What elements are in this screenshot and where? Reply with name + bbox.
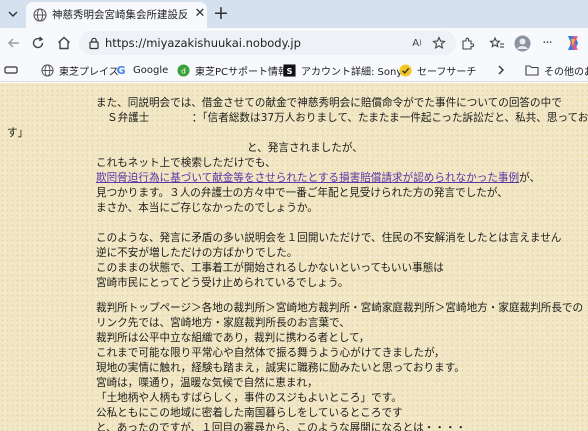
profile-avatar[interactable] [513,34,531,52]
bookmark-google[interactable]: G Google [114,62,168,78]
text-line: リンク先では、宮崎地方・家庭裁判所長のお言葉で、 [96,317,350,329]
home-icon [58,36,70,50]
browser-toolbar: https://miyazakishuukai.nobody.jp A) ··· [0,28,588,58]
svg-text:d: d [181,66,186,75]
text-line: 裁判所トップページ＞各地の裁判所＞宮崎地方裁判所・宮崎家庭裁判所＞宮崎地方・家庭… [96,302,584,314]
chevron-right-icon [498,65,504,75]
extensions-icon[interactable] [458,34,476,52]
favorite-star-icon[interactable] [431,35,447,51]
globe-icon [40,63,54,77]
new-tab-button[interactable]: + [210,3,232,25]
bookmark-safe-search[interactable]: セーフサーチ [398,62,476,78]
text-line: これまで可能な限り平常心や自然体で振る舞うよう心がけてきましたが， [96,347,445,359]
bookmark-label: 東芝プレイス [59,66,119,78]
text-line: 裁判所は公平中立な組織であり，裁判に携わる者として， [96,332,370,344]
bookmark-other-favorites[interactable]: その他のお [525,62,588,78]
text-line: Ｓ弁護士 ：「信者総数は37万人おりまして、たまたま一件起こった訴訟だと、私共、… [107,112,588,124]
dyna-icon: d [176,63,190,77]
text-line-suffix: が、 [519,172,541,184]
url-text[interactable]: https://miyazakishuukai.nobody.jp [105,36,301,50]
tab-strip: 神慈秀明会宮崎集会所建設反対 ✕ + [0,0,588,28]
text-line: と、発言されましたが、 [247,142,363,154]
text-line: と、あったのですが、１回目の審尋から、このような展開になるとは・・・・ [96,422,467,431]
text-line: まさか、本当にご存じなかったのでしょうか。 [96,202,318,214]
tab-actions-menu[interactable] [3,4,23,24]
address-bar[interactable]: https://miyazakishuukai.nobody.jp A) [79,31,456,55]
bookmark-label: セーフサーチ [417,66,477,78]
more-options-icon[interactable]: ··· [538,34,556,52]
bookmark-toshiba-pc-support[interactable]: d 東芝PCサポート情報 [176,62,288,78]
text-line: これもネット上で検索しただけでも、 [96,157,276,169]
globe-icon [33,8,47,22]
read-aloud-icon[interactable]: A) [409,35,425,51]
text-line: 現地の実情に触れ，経験も踏まえ，誠実に職務に励みたいと思っております。 [96,362,465,374]
home-button[interactable] [54,33,74,53]
lock-icon[interactable] [87,36,101,50]
reload-button[interactable] [28,33,48,53]
court-case-link[interactable]: 欺罔脅迫行為に基づいて献金等をさせられたとする損害賠償請求が認められなかった事例 [96,172,519,184]
text-line: す」 [7,127,29,139]
browser-tab[interactable]: 神慈秀明会宮崎集会所建設反対 ✕ [26,2,207,28]
favorites-icon[interactable] [488,34,506,52]
bookmarks-overflow-button[interactable] [496,62,506,78]
bookmark-toshiba-place[interactable]: 東芝プレイス [40,62,119,78]
text-line: また、同説明会では、借金させての献金で神慈秀明会に賠償命令がでた事件についての回… [96,97,562,109]
text-line: このままの状態で、工事着工が開始されるしかないといってもいい事態は [96,262,444,274]
tab-title: 神慈秀明会宮崎集会所建設反対 [52,9,187,21]
google-icon: G [116,63,126,77]
sony-icon: S [282,63,296,77]
check-icon [398,63,412,77]
bookmarks-bar: 東芝プレイス G Google d 東芝PCサポート情報 S アカウント詳細: … [0,58,588,82]
bookmark-label: その他のお [544,66,588,78]
text-line: 「土地柄や人柄もすばらしく，事件のスジもよいところ」です。 [96,392,402,404]
arrow-left-icon [7,38,19,48]
text-line: 公私ともにこの地域に密着した南国暮らしをしているところです [96,407,403,419]
text-line: 見つかります。３人の弁護士の方々中で一番ご年配と見受けられた方の発言でしたが、 [96,187,508,199]
bookmark-label: Google [133,64,169,76]
text-line: このような、発言に矛盾の多い説明会を１回開いただけで、住民の不安解消をしたとは言… [96,232,562,244]
reload-icon [32,36,44,49]
text-line: 宮崎市民にとってどう受け止められているでしょう。 [96,277,349,289]
bookmark-label: 東芝PCサポート情報 [195,66,289,78]
back-button[interactable] [4,33,24,53]
bookmark-label: アカウント詳細: Sony... [301,66,411,78]
chevron-down-icon [8,11,18,17]
reading-mode-icon[interactable] [4,62,18,78]
close-icon[interactable]: ✕ [193,7,207,21]
page-content: また、同説明会では、借金させての献金で神慈秀明会に賠償命令がでた事件についての回… [0,83,588,431]
text-line: 欺罔脅迫行為に基づいて献金等をさせられたとする損害賠償請求が認められなかった事例… [96,171,540,185]
folder-icon [525,63,539,77]
copilot-icon[interactable] [564,34,582,52]
text-line: 逆に不安が増しただけの方ばかりでした。 [96,247,298,259]
bookmark-sony-account[interactable]: S アカウント詳細: Sony... [282,62,410,78]
text-line: 宮崎は，喋通り，温暖な気候で自然に恵まれ， [96,377,318,389]
svg-text:S: S [286,65,292,75]
